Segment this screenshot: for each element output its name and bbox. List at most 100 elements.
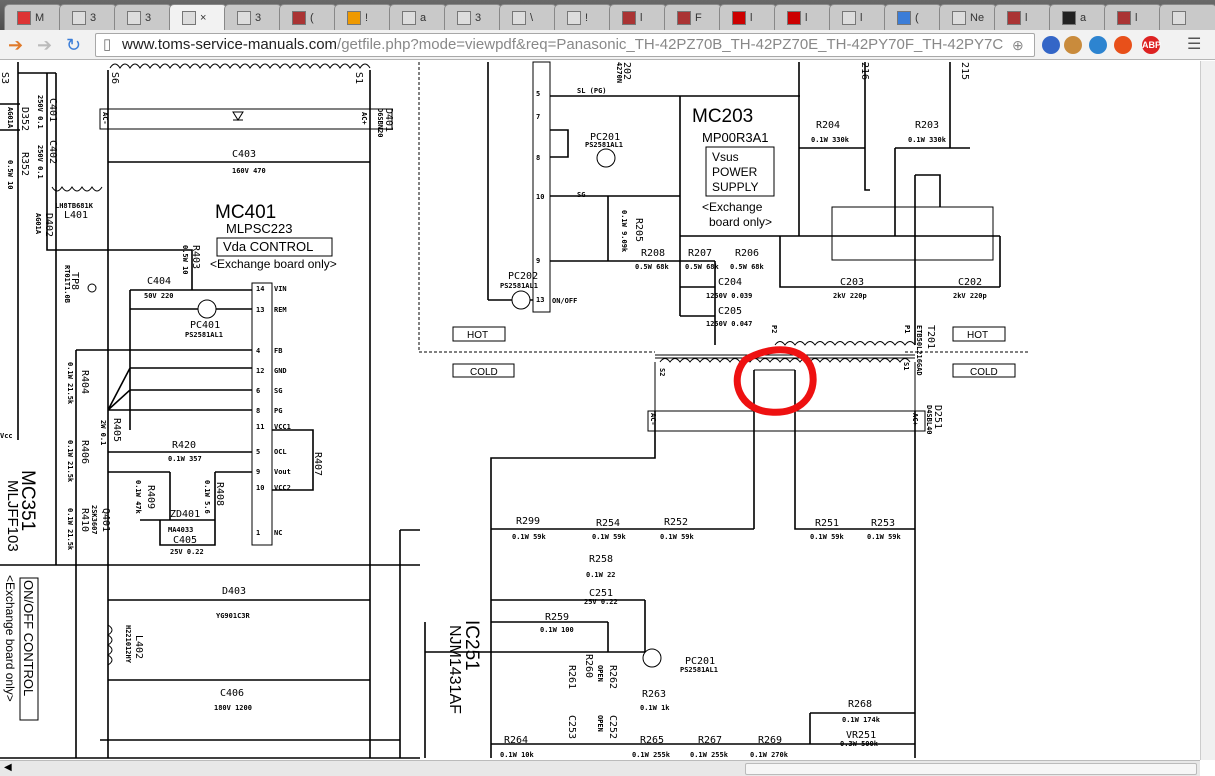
svg-text:D352: D352 <box>19 107 30 131</box>
tab[interactable]: Ne <box>939 4 997 30</box>
menu-icon[interactable]: ☰ <box>1187 35 1201 55</box>
tab[interactable]: l <box>774 4 832 30</box>
tv-icon <box>622 10 636 25</box>
image-icon <box>842 10 856 25</box>
tab[interactable]: a <box>1049 4 1107 30</box>
svg-text:PS2581AL1: PS2581AL1 <box>680 666 718 674</box>
svg-text:COLD: COLD <box>970 367 998 378</box>
svg-text:MC401: MC401 <box>215 202 276 223</box>
svg-text:R206: R206 <box>735 248 759 259</box>
svg-text:R251: R251 <box>815 518 839 529</box>
svg-text:6: 6 <box>256 387 260 395</box>
tab[interactable]: \ <box>499 4 557 30</box>
svg-text:Vsus: Vsus <box>712 150 739 164</box>
svg-text:R405: R405 <box>111 418 122 442</box>
tab[interactable]: l <box>829 4 887 30</box>
svg-text:25V 0.22: 25V 0.22 <box>170 548 204 556</box>
svg-text:4270N: 4270N <box>615 62 623 83</box>
svg-text:PC202: PC202 <box>508 271 538 282</box>
svg-text:8: 8 <box>256 407 260 415</box>
tab[interactable] <box>1159 4 1215 30</box>
tab[interactable]: M <box>4 4 62 30</box>
tab[interactable]: 3 <box>444 4 502 30</box>
adblock-icon[interactable]: ABP <box>1142 36 1161 54</box>
svg-text:C203: C203 <box>840 277 864 288</box>
scroll-thumb[interactable] <box>745 763 1197 775</box>
svg-text:SUPPLY: SUPPLY <box>712 180 758 194</box>
svg-text:C404: C404 <box>147 276 171 287</box>
tab[interactable]: F <box>664 4 722 30</box>
svg-text:PC401: PC401 <box>190 320 220 331</box>
svg-text:0.1W 330k: 0.1W 330k <box>908 136 947 144</box>
svg-text:SG: SG <box>274 387 282 395</box>
tab[interactable]: 3 <box>114 4 172 30</box>
svg-text:LH8TB681K: LH8TB681K <box>55 202 94 210</box>
address-bar[interactable]: ▯ www.toms-service-manuals.com/getfile.p… <box>95 33 1035 57</box>
svg-text:L401: L401 <box>64 210 88 221</box>
tab[interactable]: 3 <box>224 4 282 30</box>
svg-text:IC251: IC251 <box>461 620 482 671</box>
svg-text:R299: R299 <box>516 516 540 527</box>
zoom-icon[interactable]: ⊕ <box>1012 35 1024 55</box>
svg-text:R410: R410 <box>79 508 90 532</box>
amazon-icon <box>1062 10 1076 25</box>
tab-label: l <box>860 11 863 24</box>
svg-text:0.1W 22: 0.1W 22 <box>586 571 616 579</box>
tab-label[interactable]: × <box>200 12 206 24</box>
svg-text:ZD401: ZD401 <box>170 509 200 520</box>
svg-text:R260: R260 <box>583 654 594 678</box>
svg-text:PS2581AL1: PS2581AL1 <box>185 331 223 339</box>
horizontal-scrollbar[interactable]: ◀ <box>0 760 1200 776</box>
tab[interactable]: ! <box>334 4 392 30</box>
scroll-left-icon[interactable]: ◀ <box>4 762 12 773</box>
svg-text:5: 5 <box>256 448 260 456</box>
svg-text:R262: R262 <box>607 665 618 689</box>
svg-text:MLPSC223: MLPSC223 <box>226 221 292 236</box>
tab[interactable]: ( <box>279 4 337 30</box>
tab[interactable]: l <box>1104 4 1162 30</box>
fire-icon[interactable] <box>1114 36 1132 54</box>
svg-text:0.1W 255k: 0.1W 255k <box>690 751 729 759</box>
svg-text:P1: P1 <box>903 325 911 333</box>
cookie-icon[interactable] <box>1064 36 1082 54</box>
svg-text:1250V 0.039: 1250V 0.039 <box>706 292 752 300</box>
svg-text:0.1W 357: 0.1W 357 <box>168 455 202 463</box>
forward-button[interactable]: ➔ <box>37 35 52 55</box>
svg-text:216: 216 <box>859 62 870 80</box>
hand-icon <box>567 10 581 25</box>
svg-text:1250V 0.047: 1250V 0.047 <box>706 320 752 328</box>
svg-text:SL (PG): SL (PG) <box>577 87 607 95</box>
tab[interactable]: a <box>389 4 447 30</box>
extension-icon[interactable] <box>1042 36 1060 54</box>
svg-text:C403: C403 <box>232 149 256 160</box>
svg-text:C202: C202 <box>958 277 982 288</box>
youtube-icon <box>732 10 746 25</box>
pin-icon[interactable] <box>1089 36 1107 54</box>
svg-text:AG01A: AG01A <box>6 107 14 129</box>
svg-text:0.1W 47k: 0.1W 47k <box>134 480 142 515</box>
tab[interactable]: ( <box>884 4 942 30</box>
mc401-pins: 14 VIN 13 REM 4 FB 12 GND 6 SG 8 PG 11 VCC1 5 OC… <box>256 285 291 537</box>
document-icon <box>512 10 526 25</box>
tab[interactable]: l <box>609 4 667 30</box>
tab[interactable]: l <box>994 4 1052 30</box>
tab[interactable]: l <box>719 4 777 30</box>
tab-label: l <box>805 11 808 24</box>
vertical-scrollbar[interactable] <box>1200 61 1215 760</box>
svg-text:PS2581AL1: PS2581AL1 <box>500 282 538 290</box>
svg-text:R253: R253 <box>871 518 895 529</box>
tab-label: F <box>695 11 702 24</box>
svg-text:Q401: Q401 <box>100 508 111 532</box>
svg-text:D6SBN20: D6SBN20 <box>376 108 384 138</box>
tab[interactable]: ! <box>554 4 612 30</box>
svg-text:0.1W 59k: 0.1W 59k <box>660 533 695 541</box>
tab[interactable]: 3 <box>59 4 117 30</box>
svg-text:R407: R407 <box>312 452 323 476</box>
reload-button[interactable]: ↻ <box>66 35 81 55</box>
tab[interactable]: × <box>169 4 227 30</box>
svg-text:10: 10 <box>256 484 264 492</box>
tab-label: ! <box>365 11 369 24</box>
text-icon <box>952 10 966 25</box>
back-button[interactable]: ➔ <box>8 35 23 55</box>
svg-text:13: 13 <box>256 306 264 314</box>
